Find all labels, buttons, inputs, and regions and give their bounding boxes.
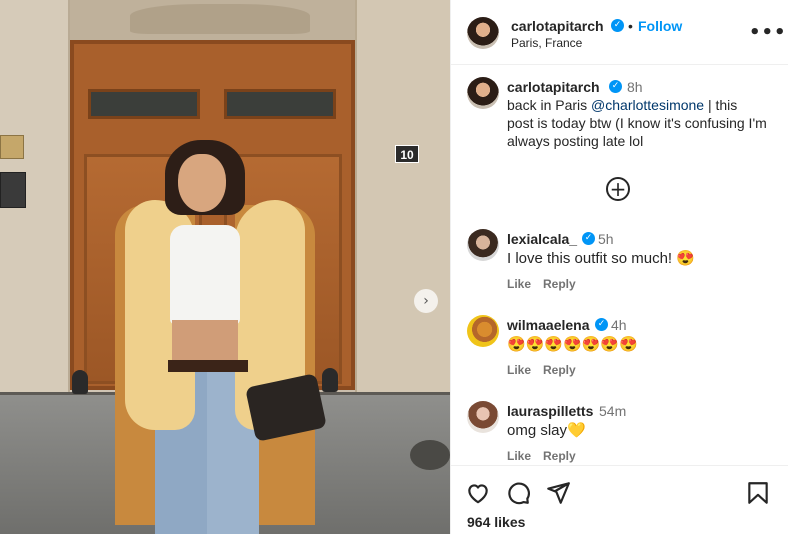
caption-mention-link[interactable]: @charlottesimone	[591, 97, 704, 113]
verified-badge-icon: ✓	[609, 80, 622, 93]
verified-badge-icon: ✓	[595, 318, 608, 331]
post-header: carlotapitarch ✓ • Follow Paris, France …	[451, 0, 788, 65]
drain-cover	[410, 440, 450, 470]
caption-text: back in Paris @charlottesimone | this po…	[507, 96, 767, 150]
person-figure	[110, 140, 327, 534]
white-top	[170, 225, 240, 325]
follow-button[interactable]: Follow	[638, 18, 682, 34]
caption-username[interactable]: carlotapitarch	[507, 79, 600, 95]
comment-reply-button[interactable]: Reply	[543, 363, 576, 377]
comment-like-button[interactable]: Like	[507, 277, 531, 291]
comment-time[interactable]: 4h	[611, 317, 627, 333]
door-window-right	[224, 89, 336, 119]
house-number: 10	[395, 145, 419, 163]
comment-icon[interactable]	[505, 480, 531, 506]
verified-badge-icon: ✓	[611, 19, 624, 32]
heart-icon[interactable]	[465, 480, 491, 506]
belt	[168, 360, 248, 372]
bollard-left	[72, 370, 88, 394]
comment-text: I love this outfit so much! 😍	[507, 250, 695, 267]
comment-reply-button[interactable]: Reply	[543, 277, 576, 291]
likes-count[interactable]: 964 likes	[467, 514, 525, 530]
author-avatar[interactable]	[467, 17, 499, 49]
comment-reply-button[interactable]: Reply	[543, 449, 576, 463]
comment-like-button[interactable]: Like	[507, 363, 531, 377]
bookmark-icon[interactable]	[745, 480, 771, 506]
share-icon[interactable]	[545, 480, 571, 506]
load-more-comments-button[interactable]: +	[606, 177, 630, 201]
comment-username[interactable]: lauraspilletts	[507, 403, 593, 419]
caption-avatar[interactable]	[467, 77, 499, 109]
commenter-avatar[interactable]	[467, 229, 499, 261]
caption-time[interactable]: 8h	[627, 79, 643, 95]
post-location[interactable]: Paris, France	[511, 36, 582, 50]
comment-username[interactable]: lexialcala_	[507, 231, 577, 247]
verified-badge-icon: ✓	[582, 232, 595, 245]
next-photo-button[interactable]: ›	[414, 289, 438, 313]
commenter-avatar[interactable]	[467, 401, 499, 433]
comment-text: 😍😍😍😍😍😍😍	[507, 336, 638, 353]
door-window-left	[88, 89, 200, 119]
comment-text: omg slay💛	[507, 422, 586, 439]
separator-dot: •	[628, 18, 633, 34]
commenter-avatar[interactable]	[467, 315, 499, 347]
comment-username[interactable]: wilmaaelena	[507, 317, 590, 333]
caption-text-start: back in Paris	[507, 97, 592, 113]
comment-time[interactable]: 5h	[598, 231, 614, 247]
face	[178, 154, 226, 212]
post-panel: carlotapitarch ✓ • Follow Paris, France …	[450, 0, 788, 534]
comment-time[interactable]: 54m	[599, 403, 626, 419]
wall-plaque	[0, 135, 24, 159]
comment-like-button[interactable]: Like	[507, 449, 531, 463]
bollard-right	[322, 368, 338, 392]
author-username[interactable]: carlotapitarch	[511, 18, 604, 34]
stone-carving	[130, 4, 310, 34]
stone-pillar-right	[355, 0, 450, 400]
post-photo[interactable]: 10 ›	[0, 0, 450, 534]
more-options-button[interactable]: •••	[749, 22, 787, 43]
wall-sign	[0, 172, 26, 208]
action-bar: 964 likes	[451, 465, 788, 534]
